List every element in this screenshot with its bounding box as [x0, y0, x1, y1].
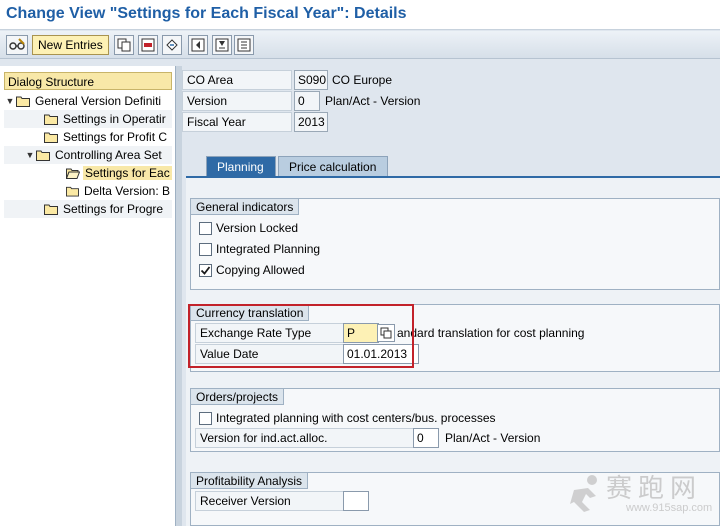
tree-item-settings-each-fiscal-year[interactable]: Settings for Eac [4, 164, 172, 182]
copy-icon [117, 38, 131, 52]
previous-page-icon [215, 38, 229, 52]
undo-icon [166, 39, 178, 51]
tree-item-settings-profit[interactable]: Settings for Profit C [4, 128, 172, 146]
previous-page-button[interactable] [212, 35, 232, 55]
folder-icon [44, 132, 58, 143]
tree-item-label: Controlling Area Set [55, 148, 162, 162]
checkbox-label: Integrated planning with cost centers/bu… [216, 411, 496, 425]
exchange-rate-type-label: Exchange Rate Type [195, 323, 345, 343]
runner-logo-icon [570, 475, 597, 512]
version-label: Version [182, 91, 292, 111]
expand-triangle-icon[interactable]: ▼ [24, 150, 36, 160]
co-area-label: CO Area [182, 70, 292, 90]
receiver-version-label: Receiver Version [195, 491, 345, 511]
next-page-button[interactable] [234, 35, 254, 55]
window-title: Change View "Settings for Each Fiscal Ye… [0, 0, 720, 30]
group-title: General indicators [191, 199, 300, 215]
tree-item-settings-progress[interactable]: Settings for Progre [4, 200, 172, 218]
receiver-version-input[interactable] [343, 491, 369, 511]
watermark-url: www.915sap.com [626, 502, 713, 514]
folder-icon [44, 204, 58, 215]
copy-button[interactable] [114, 35, 134, 55]
next-page-icon [237, 38, 251, 52]
first-page-button[interactable] [188, 35, 208, 55]
open-folder-icon [66, 168, 80, 179]
value-date-label: Value Date [195, 344, 345, 364]
integrated-planning-checkbox[interactable]: Integrated Planning [199, 242, 320, 256]
tab-planning[interactable]: Planning [206, 156, 276, 178]
version-description: Plan/Act - Version [325, 94, 421, 108]
tree-item-label: Settings in Operatir [63, 112, 166, 126]
delete-button[interactable] [138, 35, 158, 55]
folder-icon [66, 186, 79, 197]
delete-icon [141, 38, 155, 52]
copying-allowed-checkbox[interactable]: Copying Allowed [199, 263, 305, 277]
undo-button[interactable] [162, 35, 182, 55]
currency-translation-group: Currency translation Exchange Rate Type … [190, 304, 720, 372]
folder-icon [44, 114, 58, 125]
value-help-icon [380, 327, 392, 339]
dialog-structure-panel: Dialog Structure ▼ General Version Defin… [0, 66, 176, 526]
tree-item-settings-operating[interactable]: Settings in Operatir [4, 110, 172, 128]
panel-splitter[interactable] [176, 66, 182, 526]
version-locked-checkbox[interactable]: Version Locked [199, 221, 298, 235]
value-date-input[interactable]: 01.01.2013 [343, 344, 419, 364]
group-title: Profitability Analysis [191, 473, 309, 489]
exchange-rate-type-input[interactable]: P [343, 323, 379, 343]
fiscal-year-value: 2013 [294, 112, 328, 132]
expand-triangle-icon[interactable]: ▼ [4, 96, 16, 106]
group-title: Currency translation [191, 305, 310, 321]
folder-icon [16, 96, 30, 107]
tree-item-label: General Version Definiti [35, 94, 162, 108]
first-page-icon [191, 38, 205, 52]
tree-item-controlling-area[interactable]: ▼ Controlling Area Set [4, 146, 172, 164]
co-area-value: S090 [294, 70, 328, 90]
tree-item-label: Settings for Progre [63, 202, 164, 216]
fiscal-year-label: Fiscal Year [182, 112, 292, 132]
version-alloc-label: Version for ind.act.alloc. [195, 428, 415, 448]
checkmark-icon [200, 265, 211, 275]
checkbox-label: Integrated Planning [216, 242, 321, 256]
integrated-planning-cost-centers-checkbox[interactable]: Integrated planning with cost centers/bu… [199, 411, 496, 425]
group-title: Orders/projects [191, 389, 285, 405]
general-indicators-group: General indicators Version Locked Integr… [190, 198, 720, 290]
f4-help-button[interactable] [377, 324, 395, 342]
dialog-structure-header: Dialog Structure [4, 72, 172, 90]
watermark-text: 赛跑网 [606, 474, 703, 504]
display-change-button[interactable] [6, 35, 28, 55]
exchange-rate-type-description: andard translation for cost planning [397, 326, 585, 340]
tree-item-label: Settings for Profit C [63, 130, 168, 144]
application-toolbar: New Entries [0, 31, 720, 59]
checkbox-label: Copying Allowed [216, 263, 305, 277]
checkbox-box[interactable] [199, 242, 212, 256]
checkbox-box[interactable] [199, 411, 212, 425]
version-alloc-input[interactable]: 0 [413, 428, 439, 448]
new-entries-button[interactable]: New Entries [32, 35, 109, 55]
tree-item-label: Settings for Eac [83, 166, 172, 180]
checkbox-box[interactable] [199, 221, 212, 235]
folder-icon [36, 150, 50, 161]
tab-price-calculation[interactable]: Price calculation [278, 156, 388, 178]
checkbox-label: Version Locked [216, 221, 299, 235]
tree-item-delta-version[interactable]: Delta Version: B [4, 182, 172, 200]
version-value: 0 [294, 91, 320, 111]
co-area-description: CO Europe [332, 73, 393, 87]
tree-item-label: Delta Version: B [83, 184, 170, 198]
orders-projects-group: Orders/projects Integrated planning with… [190, 388, 720, 452]
watermark: 赛跑网 www.915sap.com [566, 468, 716, 524]
checkbox-box[interactable] [199, 263, 212, 277]
tree-item-general-version[interactable]: ▼ General Version Definiti [4, 92, 172, 110]
glasses-edit-icon [9, 38, 25, 50]
version-alloc-description: Plan/Act - Version [445, 431, 541, 445]
